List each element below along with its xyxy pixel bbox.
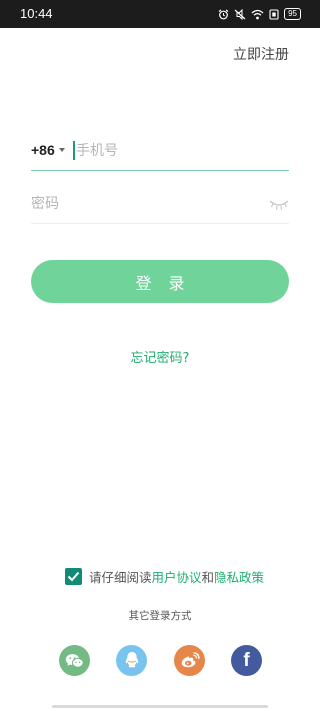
- facebook-login-button[interactable]: f: [231, 645, 262, 676]
- status-bar: 10:44 95: [0, 0, 320, 28]
- agreement-checkbox[interactable]: [65, 567, 82, 585]
- weibo-login-button[interactable]: [174, 645, 205, 676]
- checkmark-icon: [67, 571, 80, 581]
- alarm-icon: [218, 9, 229, 20]
- privacy-policy-link[interactable]: 隐私政策: [214, 570, 264, 585]
- country-code-selector[interactable]: +86: [31, 142, 55, 158]
- weibo-icon: [181, 652, 200, 668]
- user-agreement-link[interactable]: 用户协议: [152, 570, 202, 585]
- mute-icon: [234, 8, 246, 20]
- gesture-bar[interactable]: [52, 705, 268, 708]
- status-icons: 95: [218, 7, 301, 21]
- facebook-icon: f: [243, 650, 250, 671]
- qq-icon: [125, 652, 138, 668]
- agreement-row: 请仔细阅读用户协议和隐私政策: [65, 566, 264, 586]
- phone-input[interactable]: [76, 139, 276, 163]
- text-cursor: [73, 141, 75, 160]
- country-code-dropdown-icon[interactable]: [59, 148, 65, 152]
- wifi-icon: [251, 9, 264, 20]
- wechat-login-button[interactable]: [59, 645, 90, 676]
- agreement-prefix: 请仔细阅读: [89, 569, 152, 585]
- status-time: 10:44: [20, 6, 53, 21]
- agreement-connector: 和: [201, 569, 215, 585]
- battery-icon: 95: [284, 8, 301, 20]
- register-link[interactable]: 立即注册: [233, 44, 289, 64]
- agreement-text: 请仔细阅读用户协议和隐私政策: [89, 567, 264, 586]
- other-login-title: 其它登录方式: [128, 610, 192, 622]
- qq-login-button[interactable]: [116, 645, 147, 676]
- login-button[interactable]: 登 录: [31, 260, 289, 303]
- sim-icon: [269, 8, 279, 20]
- forgot-password-link[interactable]: 忘记密码?: [0, 347, 320, 366]
- phone-field-row: +86: [31, 133, 289, 171]
- password-input[interactable]: [31, 192, 251, 216]
- eye-closed-icon[interactable]: [269, 196, 289, 210]
- wechat-icon: [65, 653, 84, 668]
- password-field-row: [31, 186, 289, 224]
